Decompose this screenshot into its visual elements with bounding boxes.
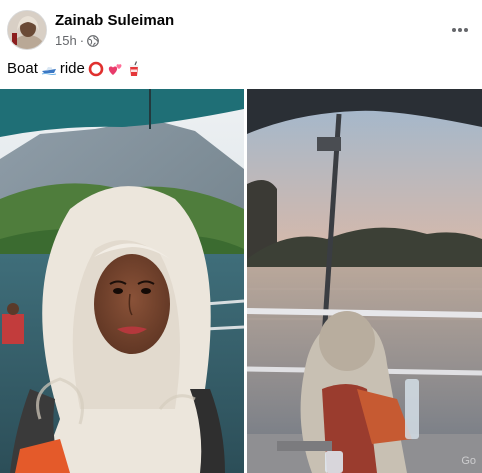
- post-header: Zainab Suleiman 15h ·: [0, 0, 482, 58]
- caption-word-ride: ride: [59, 60, 85, 77]
- author-avatar[interactable]: [7, 10, 47, 50]
- globe-icon: [87, 34, 99, 47]
- author-name[interactable]: Zainab Suleiman: [55, 12, 174, 29]
- photo-selfie[interactable]: [0, 89, 244, 473]
- meta-separator: ·: [79, 33, 85, 48]
- hollow-red-circle-emoji: [88, 61, 104, 76]
- photo-sunset-image: [247, 89, 482, 473]
- photo-sunset[interactable]: Go: [247, 89, 482, 473]
- speedboat-emoji: [41, 66, 57, 75]
- caption-word-boat: Boat: [7, 60, 38, 77]
- post-meta: 15h ·: [55, 33, 99, 48]
- photo-selfie-image: [0, 89, 244, 473]
- photo-watermark: Go: [461, 455, 476, 467]
- more-options-button[interactable]: [446, 16, 474, 44]
- post-caption: Boat ride: [7, 60, 142, 77]
- two-hearts-emoji: [108, 63, 122, 75]
- cup-with-straw-emoji: [129, 60, 139, 76]
- post-timestamp[interactable]: 15h: [55, 33, 77, 48]
- more-dots-icon: [452, 28, 468, 32]
